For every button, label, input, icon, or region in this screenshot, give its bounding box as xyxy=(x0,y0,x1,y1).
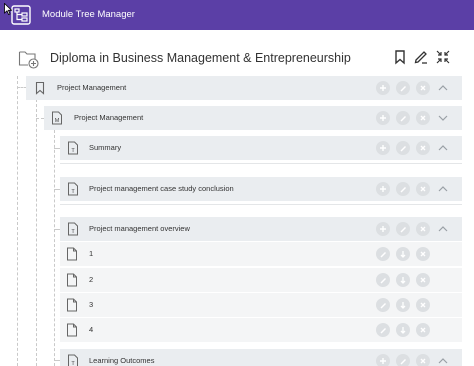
edit-icon[interactable] xyxy=(396,182,410,196)
add-icon[interactable] xyxy=(376,111,390,125)
node-label: Project Management xyxy=(57,83,127,92)
node-label: Project Management xyxy=(74,113,144,122)
tree-node-topic[interactable]: T Summary xyxy=(60,136,462,160)
edit-icon[interactable] xyxy=(396,111,410,125)
move-icon[interactable] xyxy=(396,247,410,261)
chevron-down-icon[interactable] xyxy=(437,112,449,124)
topic-file-icon: T xyxy=(68,354,78,366)
node-label: 4 xyxy=(89,325,94,334)
tree-node-module[interactable]: M Project Management xyxy=(44,106,462,130)
move-icon[interactable] xyxy=(396,298,410,312)
add-icon[interactable] xyxy=(376,222,390,236)
module-tree-manager: Module Tree Manager Diploma in Business … xyxy=(0,0,474,366)
svg-text:T: T xyxy=(71,148,75,154)
node-label: 2 xyxy=(89,275,94,284)
svg-text:T: T xyxy=(71,361,75,366)
tree-node-page[interactable]: 3 xyxy=(60,293,462,317)
tree-node-topic[interactable]: T Project management overview xyxy=(60,217,462,241)
page-file-icon xyxy=(67,298,77,312)
tree-line xyxy=(54,130,55,366)
edit-icon[interactable] xyxy=(376,247,390,261)
svg-text:M: M xyxy=(55,118,60,124)
bookmark-icon xyxy=(35,81,45,95)
node-label: 1 xyxy=(89,249,94,258)
remove-icon[interactable] xyxy=(416,111,430,125)
topic-file-icon: T xyxy=(68,141,78,155)
edit-icon[interactable] xyxy=(376,323,390,337)
remove-icon[interactable] xyxy=(416,141,430,155)
divider xyxy=(60,204,462,205)
remove-icon[interactable] xyxy=(416,182,430,196)
tree-node-root[interactable]: Project Management xyxy=(26,76,462,100)
add-icon[interactable] xyxy=(376,81,390,95)
svg-text:T: T xyxy=(71,189,75,195)
app-title: Module Tree Manager xyxy=(42,9,135,20)
app-header: Module Tree Manager xyxy=(0,0,474,30)
edit-icon[interactable] xyxy=(413,49,429,65)
module-file-icon: M xyxy=(52,111,62,125)
tree-line xyxy=(17,76,18,366)
add-icon[interactable] xyxy=(376,354,390,366)
node-label: Project management overview xyxy=(89,224,190,233)
svg-text:T: T xyxy=(71,229,75,235)
tree-node-topic[interactable]: T Project management case study conclusi… xyxy=(60,177,462,201)
bookmark-icon[interactable] xyxy=(392,49,408,65)
edit-icon[interactable] xyxy=(396,81,410,95)
chevron-up-icon[interactable] xyxy=(437,355,449,366)
folder-add-icon[interactable] xyxy=(18,49,40,69)
topic-file-icon: T xyxy=(68,182,78,196)
page-file-icon xyxy=(67,273,77,287)
tree-line xyxy=(36,99,37,366)
collapse-all-icon[interactable] xyxy=(435,49,451,65)
page-file-icon xyxy=(67,247,77,261)
edit-icon[interactable] xyxy=(376,298,390,312)
tree-node-page[interactable]: 4 xyxy=(60,318,462,342)
tree-node-page[interactable]: 1 xyxy=(60,242,462,266)
chevron-up-icon[interactable] xyxy=(437,183,449,195)
chevron-up-icon[interactable] xyxy=(437,142,449,154)
remove-icon[interactable] xyxy=(416,354,430,366)
topic-file-icon: T xyxy=(68,222,78,236)
move-icon[interactable] xyxy=(396,323,410,337)
node-label: Project management case study conclusion xyxy=(89,184,234,193)
add-icon[interactable] xyxy=(376,182,390,196)
page-title: Diploma in Business Management & Entrepr… xyxy=(50,51,351,65)
remove-icon[interactable] xyxy=(416,273,430,287)
remove-icon[interactable] xyxy=(416,81,430,95)
node-label: 3 xyxy=(89,300,94,309)
tree-node-page[interactable]: 2 xyxy=(60,268,462,292)
edit-icon[interactable] xyxy=(396,222,410,236)
edit-icon[interactable] xyxy=(396,354,410,366)
add-icon[interactable] xyxy=(376,141,390,155)
node-label: Summary xyxy=(89,143,122,152)
move-icon[interactable] xyxy=(396,273,410,287)
tree-line xyxy=(36,118,44,119)
remove-icon[interactable] xyxy=(416,247,430,261)
edit-icon[interactable] xyxy=(376,273,390,287)
remove-icon[interactable] xyxy=(416,222,430,236)
edit-icon[interactable] xyxy=(396,141,410,155)
divider xyxy=(60,163,462,164)
chevron-up-icon[interactable] xyxy=(437,223,449,235)
module-tree-icon[interactable] xyxy=(11,5,31,25)
tree-node-topic[interactable]: T Learning Outcomes xyxy=(60,349,462,366)
remove-icon[interactable] xyxy=(416,323,430,337)
chevron-up-icon[interactable] xyxy=(437,82,449,94)
node-label: Learning Outcomes xyxy=(89,356,155,365)
page-file-icon xyxy=(67,323,77,337)
remove-icon[interactable] xyxy=(416,298,430,312)
mouse-cursor-icon xyxy=(4,3,12,15)
